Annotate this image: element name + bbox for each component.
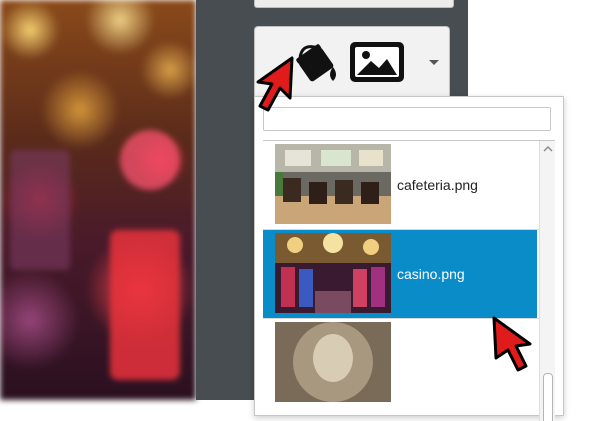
pointer-cursor-icon [256,56,294,112]
list-scrollbar[interactable] [539,141,555,421]
list-item-label: cafeteria.png [397,177,478,193]
list-item-label: casino.png [397,266,465,282]
chevron-down-icon[interactable] [427,57,441,67]
stone-thumbnail [275,322,391,402]
image-icon [350,42,404,82]
top-control-edge[interactable] [254,0,454,8]
list-item-casino[interactable]: casino.png [263,230,537,318]
background-image [0,0,196,400]
pointer-cursor-icon [492,316,532,372]
scroll-thumb[interactable] [543,373,553,421]
scroll-up-icon[interactable] [543,145,553,153]
list-item-cafeteria[interactable]: cafeteria.png [263,141,537,229]
image-list: cafeteria.png casino.png [263,140,555,421]
image-search-input[interactable] [263,107,551,131]
casino-thumbnail [275,233,391,313]
cafeteria-thumbnail [275,144,391,224]
paint-bucket-icon [296,44,336,82]
